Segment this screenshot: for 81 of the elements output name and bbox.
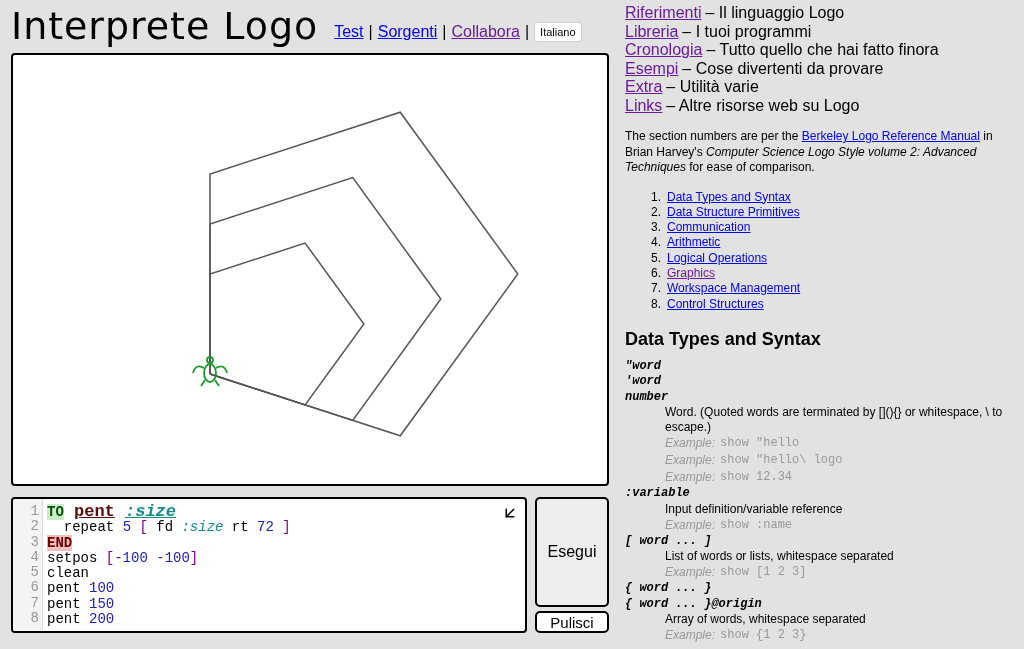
section-link[interactable]: Arithmetic — [667, 235, 721, 251]
syntax-term: { word ... }@origin — [625, 596, 763, 613]
list-number: 1. — [650, 189, 661, 205]
section-link[interactable]: Communication — [667, 220, 751, 236]
term-description: List of words or lists, whitespace separated — [664, 549, 895, 565]
example-label: Example: — [665, 516, 716, 534]
example-code: show {1 2 3} — [720, 627, 807, 645]
menu-description: – Utilità varie — [666, 78, 759, 97]
list-number: 2. — [650, 204, 661, 221]
example-label: Example: — [665, 627, 716, 645]
list-number: 4. — [650, 235, 661, 251]
language-select[interactable]: Italiano — [534, 21, 582, 43]
menu-link[interactable]: Libreria — [625, 22, 679, 41]
term-description: Array of words, whitespace separated — [664, 612, 867, 628]
list-number: 8. — [650, 296, 661, 312]
reference-link[interactable]: Berkeley Logo Reference Manual — [801, 129, 980, 143]
code-line: setpos [-100 -100] — [47, 550, 200, 566]
menu-description: – Altre risorse web su Logo — [666, 96, 860, 115]
syntax-term: number — [625, 389, 670, 406]
example-label: Example: — [665, 469, 716, 487]
app-title: Interprete Logo — [11, 7, 319, 45]
code-line: repeat 5 [ fd :size rt 72 ] — [62, 520, 291, 536]
menu-link[interactable]: Riferimenti — [625, 4, 702, 23]
nav-link[interactable]: Collabora — [451, 20, 520, 44]
nav-link[interactable]: Sorgenti — [377, 20, 438, 44]
menu-description: – Il linguaggio Logo — [705, 4, 845, 23]
menu-description: – Cose divertenti da provare — [682, 59, 884, 78]
line-number: 5 — [30, 565, 39, 581]
example-label: Example: — [665, 564, 716, 582]
run-button[interactable]: Esegui — [535, 497, 609, 607]
menu-link[interactable]: Extra — [625, 78, 663, 97]
example-code: show [1 2 3] — [720, 564, 807, 582]
list-number: 6. — [650, 266, 661, 282]
separator-text: | — [442, 22, 447, 42]
code-editor[interactable]: 1 2 3 4 5 6 7 8 TO pent :size repeat 5 [ fd :size rt 72 ] END setpos [-100 -100] clean pent 100 pent 150 pent 200 — [11, 497, 527, 633]
list-number: 5. — [650, 250, 661, 266]
line-number: 6 — [30, 580, 39, 596]
line-number: 7 — [30, 595, 39, 612]
menu-link[interactable]: Esempi — [625, 59, 679, 78]
line-number: 8 — [30, 611, 39, 627]
syntax-term: 'word — [625, 374, 662, 390]
section-link[interactable]: Data Structure Primitives — [667, 204, 800, 221]
section-link[interactable]: Graphics — [667, 266, 716, 282]
example-label: Example: — [665, 435, 716, 453]
syntax-term: { word ... } — [625, 581, 713, 597]
example-code: show 12.34 — [720, 469, 793, 487]
syntax-term: [ word ... ] — [625, 533, 713, 550]
line-number: 2 — [30, 519, 39, 535]
turtle-icon — [192, 356, 228, 387]
list-number: 7. — [650, 281, 661, 297]
section-heading: Data Types and Syntax — [625, 327, 822, 351]
term-description: Input definition/variable reference — [664, 501, 844, 517]
code-line: TO pent :size — [47, 504, 177, 521]
menu-link[interactable]: Links — [625, 96, 663, 115]
line-number: 1 — [30, 504, 39, 520]
menu-description: – Tutto quello che hai fatto finora — [706, 41, 939, 60]
separator-text: | — [524, 22, 530, 42]
example-label: Example: — [665, 452, 716, 470]
menu-description: – I tuoi programmi — [682, 22, 812, 41]
code-line: pent 200 — [47, 612, 116, 628]
example-code: show "hello — [720, 435, 800, 453]
code-line: clean — [47, 566, 90, 582]
line-number: 3 — [30, 534, 39, 550]
section-link[interactable]: Data Types and Syntax — [667, 189, 791, 205]
line-number: 4 — [30, 549, 39, 566]
section-link[interactable]: Workspace Management — [667, 281, 801, 297]
section-link[interactable]: Control Structures — [667, 296, 764, 312]
term-description: Word. (Quoted words are terminated by [](){} or whitespace, \ to escape.) — [664, 405, 1004, 436]
syntax-term: :variable — [625, 486, 691, 502]
example-code: show :name — [720, 516, 793, 534]
intro-paragraph: The section numbers are per the Berkeley Logo Reference Manual in Brian Harvey's Computer Science Logo Style volume 2: Advanced Techniques for ease of comparison. — [625, 129, 994, 176]
example-code: show "hello\ logo — [720, 452, 843, 470]
syntax-term: "word — [625, 358, 662, 375]
separator-text: | — [368, 22, 373, 42]
list-number: 3. — [650, 220, 661, 236]
code-line: pent 150 — [47, 596, 116, 613]
section-link[interactable]: Logical Operations — [667, 250, 768, 266]
menu-link[interactable]: Cronologia — [625, 41, 703, 60]
code-line: pent 100 — [47, 581, 116, 597]
nav-link[interactable]: Test — [334, 20, 364, 44]
clear-button[interactable]: Pulisci — [535, 611, 609, 633]
